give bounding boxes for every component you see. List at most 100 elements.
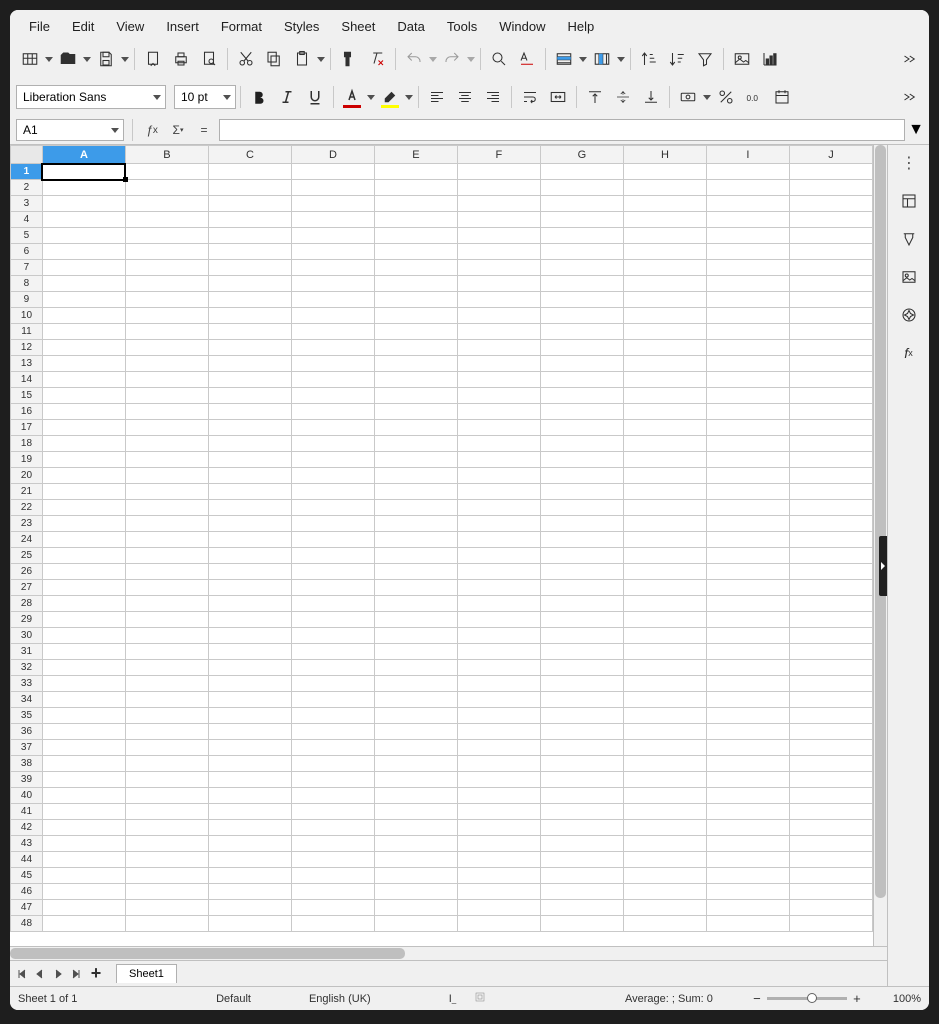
row-header[interactable]: 45 [11,868,43,884]
cell[interactable] [125,292,208,308]
row-header[interactable]: 47 [11,900,43,916]
row-header[interactable]: 30 [11,628,43,644]
cell[interactable] [291,500,374,516]
cell[interactable] [706,772,789,788]
cell[interactable] [125,452,208,468]
column-header[interactable]: A [42,146,125,164]
cell[interactable] [623,644,706,660]
cell[interactable] [457,900,540,916]
cell[interactable] [42,900,125,916]
cell[interactable] [789,372,872,388]
cell[interactable] [789,708,872,724]
tab-next-icon[interactable] [50,965,66,983]
cell[interactable] [789,548,872,564]
cell[interactable] [540,404,623,420]
cell[interactable] [374,388,457,404]
cell[interactable] [706,260,789,276]
cell[interactable] [540,212,623,228]
row-header[interactable]: 44 [11,852,43,868]
cell[interactable] [291,852,374,868]
chart-icon[interactable] [756,45,784,73]
align-center-icon[interactable] [451,83,479,111]
cell[interactable] [540,532,623,548]
cell[interactable] [457,436,540,452]
column-header[interactable]: J [789,146,872,164]
formula-equals-icon[interactable]: = [193,119,215,141]
add-sheet-button[interactable]: + [86,963,106,984]
cell[interactable] [125,500,208,516]
cell[interactable] [291,404,374,420]
tab-prev-icon[interactable] [32,965,48,983]
cell[interactable] [42,548,125,564]
cell[interactable] [457,644,540,660]
row-header[interactable]: 41 [11,804,43,820]
cell[interactable] [623,548,706,564]
cell[interactable] [291,660,374,676]
name-box[interactable]: A1 [16,119,124,141]
cell[interactable] [457,292,540,308]
cell[interactable] [208,276,291,292]
row-header[interactable]: 16 [11,404,43,420]
cell[interactable] [457,596,540,612]
cell[interactable] [42,244,125,260]
cell[interactable] [623,516,706,532]
cell[interactable] [208,388,291,404]
cell[interactable] [623,564,706,580]
column-header[interactable]: G [540,146,623,164]
cell[interactable] [42,692,125,708]
cell[interactable] [789,196,872,212]
number-format-icon[interactable]: 0.0 [740,83,768,111]
row-header[interactable]: 28 [11,596,43,612]
cell[interactable] [540,756,623,772]
cell[interactable] [125,884,208,900]
cell[interactable] [623,612,706,628]
cell[interactable] [623,660,706,676]
row-header[interactable]: 37 [11,740,43,756]
cell[interactable] [291,788,374,804]
cell[interactable] [540,692,623,708]
cell[interactable] [706,724,789,740]
cell[interactable] [706,676,789,692]
cell[interactable] [706,516,789,532]
cell[interactable] [457,324,540,340]
cell[interactable] [706,212,789,228]
cell[interactable] [789,676,872,692]
cell[interactable] [457,500,540,516]
cell[interactable] [291,884,374,900]
cell[interactable] [208,484,291,500]
cell[interactable] [42,196,125,212]
cell[interactable] [457,180,540,196]
cell[interactable] [125,276,208,292]
cell[interactable] [208,244,291,260]
menu-tools[interactable]: Tools [436,15,488,38]
formula-expand-icon[interactable]: ▼ [909,119,923,141]
new-dropdown[interactable] [44,57,54,62]
cell[interactable] [623,884,706,900]
cell[interactable] [706,484,789,500]
cell[interactable] [42,708,125,724]
cell[interactable] [374,900,457,916]
row-header[interactable]: 46 [11,884,43,900]
cell[interactable] [125,772,208,788]
cell[interactable] [540,644,623,660]
cell[interactable] [291,820,374,836]
cell[interactable] [374,708,457,724]
cell[interactable] [623,276,706,292]
cell[interactable] [457,388,540,404]
cell[interactable] [706,500,789,516]
cell[interactable] [540,324,623,340]
cell[interactable] [125,404,208,420]
cell[interactable] [291,436,374,452]
status-language[interactable]: English (UK) [309,993,371,1005]
function-wizard-icon[interactable]: ƒx [141,119,163,141]
cell[interactable] [374,164,457,180]
underline-icon[interactable] [301,83,329,111]
cell[interactable] [208,340,291,356]
cell[interactable] [623,756,706,772]
cell[interactable] [42,164,125,180]
cell[interactable] [374,884,457,900]
row-header[interactable]: 42 [11,820,43,836]
cell[interactable] [457,340,540,356]
cell[interactable] [125,564,208,580]
zoom-in-icon[interactable]: + [851,991,863,1006]
